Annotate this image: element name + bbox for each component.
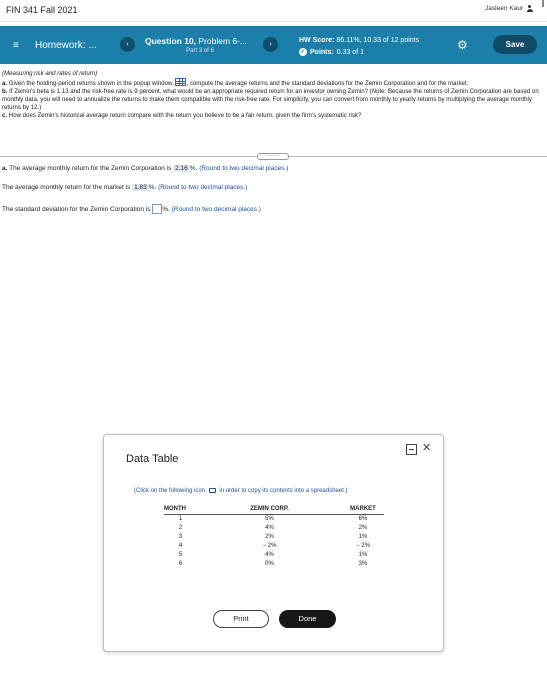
part-b-body: If Zemin's beta is 1.13 and the risk-fre…: [7, 88, 372, 95]
part-c-body: How does Zemin's historical average retu…: [7, 112, 362, 119]
print-button[interactable]: Print: [213, 610, 269, 628]
question-part: Part 3 of 6: [186, 48, 214, 54]
market-cell: 1%: [358, 551, 368, 558]
data-table-dialog: Data Table ✕ (Click on the following ico…: [103, 434, 444, 652]
dialog-title: Data Table: [126, 453, 179, 465]
hw-score: HW Score: 86.11%, 10.33 of 12 points: [299, 37, 419, 44]
answer-text: The average monthly return for the Zemin…: [7, 165, 174, 172]
market-cell: − 2%: [356, 542, 370, 549]
answer-unit: %.: [148, 184, 159, 191]
user-icon: [526, 5, 533, 12]
copy-instruction: (Click on the following icon in order to…: [134, 488, 347, 494]
zemin-cell: 5%: [265, 515, 274, 522]
part-c-text: c. How does Zemin's historical average r…: [2, 112, 543, 120]
table-row: 1 5% 6%: [164, 514, 384, 523]
table-header-row: MONTH ZEMIN CORP. MARKET: [164, 505, 384, 515]
points-icon: ✓: [299, 48, 307, 56]
save-button[interactable]: Save: [493, 35, 537, 54]
rounding-hint: (Round to two decimal places.): [158, 184, 248, 191]
month-cell: 4: [178, 542, 183, 549]
month-cell: 6: [178, 560, 183, 567]
zemin-std-dev-input[interactable]: [152, 204, 163, 214]
answer-text: The standard deviation for the Zemin Cor…: [2, 206, 153, 213]
zemin-cell: − 2%: [262, 542, 277, 549]
previous-question-button[interactable]: ‹: [120, 37, 135, 52]
month-cell: 2: [178, 524, 183, 531]
close-icon[interactable]: ✕: [422, 441, 431, 454]
points-label: Points:: [310, 48, 334, 56]
zemin-cell: 2%: [265, 533, 274, 540]
part-b-note-label: Note:: [371, 88, 387, 95]
answer-unit: %.: [189, 165, 200, 172]
done-button[interactable]: Done: [279, 610, 336, 628]
data-table-icon[interactable]: [175, 78, 187, 86]
answer-unit: %.: [162, 206, 172, 213]
answer-row-zemin-average: a. The average monthly return for the Ze…: [2, 165, 288, 172]
zemin-cell: 0%: [265, 560, 274, 567]
market-cell: 1%: [358, 533, 368, 540]
minimize-icon[interactable]: [406, 444, 417, 455]
table-row: 5 4% 1%: [164, 550, 384, 559]
part-a-text: a. Given the holding-period returns show…: [2, 78, 543, 88]
question-title: Question 10, Problem 6-...: [145, 36, 247, 46]
table-row: 3 2% 1%: [164, 532, 384, 541]
hw-score-value: 86.11%, 10.33 of 12 points: [336, 37, 420, 44]
points: ✓ Points: 0.33 of 1: [299, 48, 364, 56]
table-row: 4 − 2% − 2%: [164, 541, 384, 550]
month-cell: 3: [178, 533, 183, 540]
page: FIN 341 Fall 2021 Jasleen Kaur ≡ Homewor…: [0, 0, 547, 700]
part-b-text: b. If Zemin's beta is 1.13 and the risk-…: [2, 88, 543, 112]
market-average-input[interactable]: 1.83: [132, 184, 149, 191]
user-name: Jasleen Kaur: [485, 5, 523, 12]
expand-collapse-button[interactable]: ·······: [257, 153, 289, 160]
rounding-hint: (Round to two decimal places.): [199, 165, 289, 172]
market-cell: 6%: [358, 515, 368, 522]
hw-score-label: HW Score:: [299, 37, 337, 44]
column-header-market: MARKET: [342, 505, 384, 515]
zemin-cell: 4%: [265, 524, 274, 531]
course-title: FIN 341 Fall 2021: [6, 5, 78, 15]
homework-menu-label[interactable]: Homework: ...: [35, 40, 97, 51]
returns-table: MONTH ZEMIN CORP. MARKET 1 5% 6% 2 4% 2% 3 2%…: [164, 505, 384, 568]
points-value: 0.33 of 1: [336, 48, 364, 56]
answer-row-market-average: The average monthly return for the marke…: [2, 184, 247, 191]
table-row: 6 0% 3%: [164, 559, 384, 568]
month-cell: 5: [178, 551, 183, 558]
question-problem: Problem 6-...: [198, 36, 248, 46]
settings-gear-icon[interactable]: ⚙: [457, 39, 469, 51]
homework-header: ≡ Homework: ... ‹ Question 10, Problem 6…: [0, 26, 547, 64]
market-cell: 3%: [358, 560, 368, 567]
zemin-average-input[interactable]: 2.16: [173, 165, 190, 172]
top-bar: FIN 341 Fall 2021 Jasleen Kaur: [0, 0, 547, 22]
next-question-button[interactable]: ›: [263, 37, 278, 52]
table-row: 2 4% 2%: [164, 523, 384, 532]
rounding-hint: (Round to two decimal places.): [171, 206, 261, 213]
question-number: Question 10,: [145, 36, 199, 46]
copy-instruction-end: in order to copy its contents into a spr…: [217, 488, 348, 494]
column-header-month: MONTH: [164, 505, 197, 515]
problem-intro: (Measuring risk and rates of return): [2, 70, 98, 77]
market-cell: 2%: [358, 524, 368, 531]
column-header-zemin: ZEMIN CORP.: [197, 505, 342, 515]
copy-to-spreadsheet-icon[interactable]: [208, 488, 216, 493]
copy-instruction-start: (Click on the following icon: [134, 488, 207, 494]
answer-text: The average monthly return for the marke…: [2, 184, 133, 191]
problem-statement: (Measuring risk and rates of return) a. …: [2, 70, 543, 120]
part-a-text-1: Given the holding-period returns shown i…: [7, 80, 176, 87]
menu-icon[interactable]: ≡: [13, 40, 19, 51]
user-menu[interactable]: Jasleen Kaur: [485, 5, 533, 12]
part-a-text-2: , compute the average returns and the st…: [186, 80, 469, 87]
scrollbar-thumb[interactable]: [542, 0, 544, 7]
answer-row-zemin-std-dev: The standard deviation for the Zemin Cor…: [2, 204, 261, 214]
month-cell: 1: [178, 515, 183, 522]
zemin-cell: 4%: [265, 551, 274, 558]
